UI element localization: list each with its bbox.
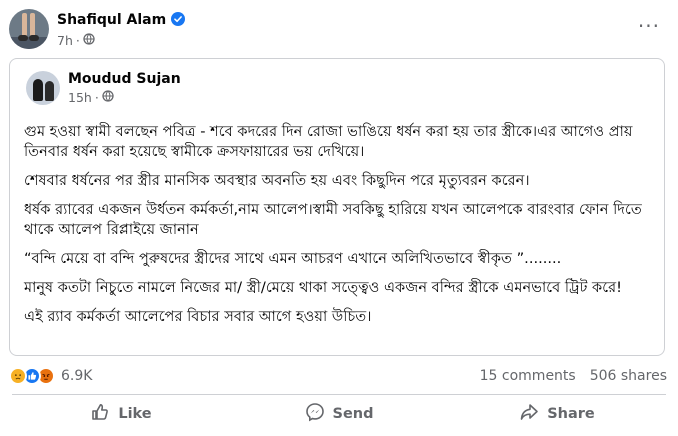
post-paragraph: এই র‍্যাব কর্মকর্তা আলেপের বিচার সবার আগ…: [24, 308, 372, 325]
shared-post-time[interactable]: 15h: [68, 90, 92, 105]
shared-author-name[interactable]: Moudud Sujan: [68, 71, 181, 87]
post-paragraph: গুম হওয়া স্বামী বলছেন পবিত্র - শবে কদরে…: [24, 123, 633, 160]
post-paragraph: মানুষ কতটা নিচুতে নামলে নিজের মা/ স্ত্রী…: [24, 279, 622, 296]
actions-divider: [12, 394, 666, 395]
share-label: Share: [547, 406, 595, 422]
like-button[interactable]: Like: [12, 397, 230, 431]
author-name[interactable]: Shafiqul Alam: [57, 12, 166, 28]
globe-icon[interactable]: [102, 90, 114, 105]
shared-post[interactable]: Moudud Sujan 15h · গুম হওয়া স্বামী বলছে…: [9, 58, 665, 356]
author-meta: Shafiqul Alam 7h ·: [57, 11, 186, 48]
shared-header: Moudud Sujan 15h ·: [26, 71, 181, 105]
post-paragraph: শেষবার ধর্ষনের পর স্ত্রীর মানসিক অবস্থার…: [24, 172, 530, 189]
author-avatar[interactable]: [9, 9, 49, 49]
post-paragraph: “বন্দি মেয়ে বা বন্দি পুরুষদের স্ত্রীদের…: [24, 250, 562, 267]
post-header: Shafiqul Alam 7h ·: [9, 7, 186, 51]
sad-icon: [9, 367, 27, 385]
shares-count[interactable]: 506 shares: [590, 368, 667, 384]
post-actions: Like Send Share: [12, 397, 666, 431]
verified-badge-icon: [171, 11, 186, 30]
more-options-icon[interactable]: ···: [638, 14, 660, 38]
post-paragraph: ধর্ষক র‍্যাবের একজন উর্ধতন কর্মকর্তা,নাম…: [24, 201, 642, 238]
reaction-summary[interactable]: 6.9K: [9, 367, 92, 385]
comments-count[interactable]: 15 comments: [480, 368, 576, 384]
send-button[interactable]: Send: [230, 397, 448, 431]
messenger-icon: [305, 402, 325, 426]
shared-author-avatar[interactable]: [26, 71, 60, 105]
globe-icon[interactable]: [83, 32, 95, 48]
like-label: Like: [118, 406, 152, 422]
post-card: Shafiqul Alam 7h · ··· Moudud Sujan 15h …: [0, 0, 678, 436]
thumbs-up-icon: [90, 402, 110, 426]
send-label: Send: [332, 406, 374, 422]
shared-post-text: গুম হওয়া স্বামী বলছেন পবিত্র - শবে কদরে…: [24, 122, 656, 336]
post-time[interactable]: 7h: [57, 33, 73, 48]
share-arrow-icon: [519, 402, 539, 426]
share-button[interactable]: Share: [448, 397, 666, 431]
post-stats: 6.9K 15 comments 506 shares: [9, 366, 667, 386]
reaction-count[interactable]: 6.9K: [61, 368, 92, 384]
